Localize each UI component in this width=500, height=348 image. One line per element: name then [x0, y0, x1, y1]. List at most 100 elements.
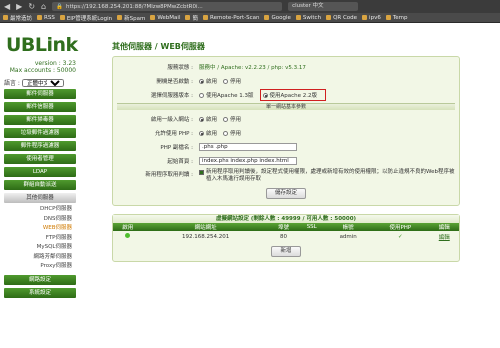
bookmark-icon	[185, 15, 191, 20]
version-info: version : 3.23 Max accounts : 50000	[4, 60, 76, 74]
bookmark-icon	[37, 15, 43, 20]
autostart-row: 開機是否啟動 : 啟用 停用	[117, 75, 455, 87]
php-ext-label: PHP 副檔名 :	[160, 145, 193, 151]
browser-toolbar: ◀ ▶ ↻ ⌂ 🔒 https://192.168.254.201:88/?Ml…	[0, 0, 500, 13]
php-enable-radio[interactable]: 啟用	[199, 129, 217, 137]
php-disable-radio[interactable]: 停用	[223, 129, 241, 137]
save-button[interactable]: 儲存設定	[265, 188, 306, 199]
language-selector: 語言 : 正體中文	[4, 78, 64, 87]
sidebar-submenu-item[interactable]: FTP伺服器	[4, 234, 76, 244]
sidebar-menu-item[interactable]: 郵件掃毒器	[4, 115, 76, 125]
single-site-enable-radio[interactable]: 啟用	[199, 115, 217, 123]
autostart-label: 開機是否啟動 :	[156, 79, 193, 85]
sidebar-submenu-item[interactable]: MySQL伺服器	[4, 243, 76, 253]
page: UBLink version : 3.23 Max accounts : 500…	[0, 23, 500, 348]
table-cell: 80	[280, 233, 288, 240]
table-header: SSL	[298, 223, 326, 231]
new-program-checkbox[interactable]	[199, 170, 204, 175]
index-row: 起始首頁 : index.phs index.php index.html	[117, 155, 455, 167]
bookmark-item[interactable]: 最常造訪	[3, 14, 32, 22]
language-select[interactable]: 正體中文	[21, 78, 64, 87]
table-cell: admin	[339, 233, 357, 240]
bookmark-icon	[326, 15, 332, 20]
bookmark-icon	[295, 15, 301, 20]
sidebar-submenu-item[interactable]: 網路芳鄰伺服器	[4, 253, 76, 263]
table-header: 帳號	[325, 223, 372, 231]
table-row: 192.168.254.201 80 admin ✓ 編輯	[113, 231, 459, 242]
logo: UBLink	[6, 34, 78, 56]
version-label: version : 3.23	[34, 60, 76, 67]
lock-icon: 🔒	[56, 3, 63, 10]
forward-icon[interactable]: ▶	[16, 2, 22, 11]
reload-icon[interactable]: ↻	[28, 2, 35, 11]
bookmark-item[interactable]: ipv6	[362, 15, 381, 21]
check-icon: ✓	[398, 233, 403, 240]
sidebar-menu-item[interactable]: 郵件程序過濾器	[4, 141, 76, 151]
bookmark-icon	[203, 15, 208, 20]
single-site-label: 啟用一級入網站 :	[150, 117, 193, 123]
main-panel: 其他伺服器 / WEB伺服器 服務狀態 : 服務中 / Apache: v2.2…	[112, 41, 460, 262]
sidebar-submenu-item[interactable]: WEB伺服器	[4, 224, 76, 234]
url-text: https://192.168.254.201:88/?Mlzw8PMwZcbt…	[65, 3, 203, 10]
bookmark-icon	[150, 15, 156, 20]
sidebar-menu: 郵件伺服器郵件信服器郵件掃毒器垃圾郵件過濾器 郵件程序過濾器 使用者管理 LDAP 群組…	[4, 89, 76, 301]
server-version-row: 服務狀態 : 服務中 / Apache: v2.2.23 / php: v5.3…	[117, 61, 455, 73]
back-icon[interactable]: ◀	[4, 2, 10, 11]
vhost-title: 虛擬網站設定 (剩餘人數 : 49999 / 可用人數 : 50000)	[113, 215, 459, 223]
vhost-table: 啟用 網站網址 埠號 SSL 帳號 使用PHP 編輯 192.168.254.201 80 ad…	[113, 223, 459, 242]
server-version-label: 服務狀態 :	[167, 65, 193, 71]
single-site-disable-radio[interactable]: 停用	[223, 115, 241, 123]
bookmark-icon	[117, 15, 123, 20]
bookmark-item[interactable]: QR Code	[326, 15, 357, 21]
apache-22-radio[interactable]: 使用Apache 2.2版	[259, 89, 327, 101]
add-button[interactable]: 新增	[271, 246, 301, 257]
url-bar[interactable]: 🔒 https://192.168.254.201:88/?Mlzw8PMwZc…	[52, 2, 283, 11]
sidebar-menu-item[interactable]: 垃圾郵件過濾器	[4, 128, 76, 138]
bookmark-icon	[264, 15, 270, 20]
section-header: 單一網站基本參數	[117, 103, 455, 110]
sidebar-menu-item[interactable]: 郵件伺服器	[4, 89, 76, 99]
sidebar-menu-item[interactable]: 使用者管理	[4, 154, 76, 164]
apache-13-radio[interactable]: 使用Apache 1.3版	[199, 91, 254, 99]
bookmark-item[interactable]: EIP管理系統Login	[59, 14, 112, 22]
table-header: 使用PHP	[371, 223, 430, 231]
index-input[interactable]: index.phs index.php index.html	[199, 157, 297, 165]
bookmark-icon	[385, 15, 391, 20]
php-ext-row: PHP 副檔名 : .phs .php	[117, 141, 455, 153]
autostart-disable-radio[interactable]: 停用	[223, 77, 241, 85]
enabled-status-icon	[125, 233, 131, 238]
sidebar-menu-item[interactable]: 群組自動派送	[4, 180, 76, 190]
bookmark-item[interactable]: RSS	[37, 15, 55, 21]
bookmark-item[interactable]: 簡	[185, 14, 198, 22]
php-ext-input[interactable]: .phs .php	[199, 143, 297, 151]
sidebar-menu-item[interactable]: 其他伺服器	[4, 193, 76, 203]
sidebar-menu-item[interactable]: 郵件信服器	[4, 102, 76, 112]
bookmark-item[interactable]: Remote-Port-Scan	[203, 15, 259, 21]
php-label: 允許使用 PHP :	[154, 131, 193, 137]
page-title: 其他伺服器 / WEB伺服器	[112, 42, 205, 51]
bookmark-item[interactable]: Temp	[385, 15, 408, 21]
bookmark-item[interactable]: Google	[264, 15, 291, 21]
php-row: 允許使用 PHP : 啟用 停用	[117, 127, 455, 139]
bookmark-item[interactable]: WebMail	[150, 15, 180, 21]
sidebar-submenu-item[interactable]: Proxy伺服器	[4, 262, 76, 272]
web-server-settings: 服務狀態 : 服務中 / Apache: v2.2.23 / php: v5.3…	[112, 56, 460, 206]
bookmark-item[interactable]: Switch	[295, 15, 321, 21]
sidebar-submenu-item[interactable]: DNS伺服器	[4, 215, 76, 225]
sidebar-submenu-item[interactable]: DHCP伺服器	[4, 205, 76, 215]
edit-link[interactable]: 編輯	[439, 235, 450, 241]
autostart-enable-radio[interactable]: 啟用	[199, 77, 217, 85]
table-cell: 192.168.254.201	[182, 233, 230, 240]
sidebar-menu-item[interactable]: 系統設定	[4, 287, 76, 298]
home-icon[interactable]: ⌂	[41, 2, 46, 11]
search-box[interactable]: cluster 中文	[288, 2, 359, 11]
sidebar-menu-item[interactable]: LDAP	[4, 167, 76, 177]
server-version-value: 服務中 / Apache: v2.2.23 / php: v5.3.17	[199, 65, 306, 71]
vhost-panel: 虛擬網站設定 (剩餘人數 : 49999 / 可用人數 : 50000) 啟用網…	[112, 214, 460, 262]
index-label: 起始首頁 :	[167, 159, 193, 165]
bookmark-item[interactable]: 新Spam	[117, 14, 145, 22]
table-header: 網站網址	[142, 223, 269, 231]
bookmarks-bar: 最常造訪 RSS EIP管理系統Login 新Spam WebMail 簡 Remote-P…	[0, 13, 500, 23]
sidebar-menu-item[interactable]: 網路設定	[4, 274, 76, 285]
language-label: 語言 :	[4, 80, 20, 87]
